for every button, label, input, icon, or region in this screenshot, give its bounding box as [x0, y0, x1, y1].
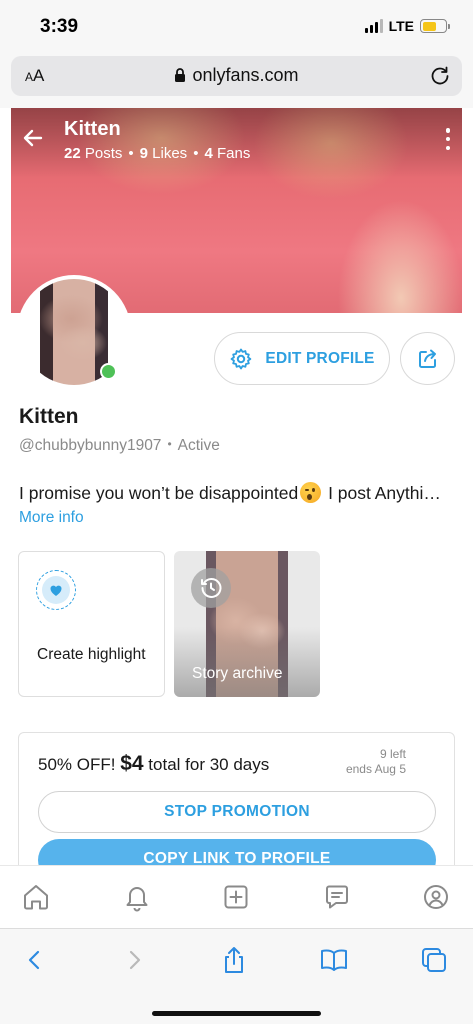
more-options-icon[interactable] — [445, 128, 451, 150]
posts-label: Posts — [84, 145, 123, 162]
nav-profile[interactable] — [419, 880, 453, 914]
tabs-icon — [422, 948, 446, 972]
promotion-remaining: 9 left — [379, 747, 406, 761]
create-highlight-label: Create highlight — [37, 646, 146, 663]
promotion-suffix: total for 30 days — [148, 755, 270, 774]
browser-back-button[interactable] — [20, 945, 50, 975]
wink-emoji-icon — [300, 482, 322, 503]
likes-label: Likes — [152, 145, 188, 162]
story-archive-label: Story archive — [192, 665, 283, 682]
reload-icon[interactable] — [429, 65, 451, 87]
online-status-indicator — [100, 363, 117, 380]
profile-bio: I promise you won’t be disappointed I po… — [19, 482, 459, 504]
cover-stats: 22 Posts • 9 Likes • 4 Fans — [64, 145, 251, 162]
bell-icon — [126, 887, 148, 912]
chevron-right-icon — [129, 950, 141, 970]
promotion-prefix: 50% OFF! — [38, 755, 116, 774]
browser-share-button[interactable] — [219, 945, 249, 975]
promotion-price: $4 — [120, 752, 144, 775]
nav-add-post[interactable] — [219, 880, 253, 914]
bio-text-end: I post Anythi… — [323, 483, 441, 503]
share-up-icon — [225, 947, 243, 973]
promotion-card: 50% OFF! $4 total for 30 days 9 left end… — [18, 732, 455, 872]
status-bar: 3:39 LTE — [0, 0, 473, 56]
history-clock-icon — [191, 568, 231, 608]
fans-label: Fans — [216, 145, 251, 162]
home-indicator[interactable] — [152, 1011, 321, 1016]
address-bar[interactable]: AA onlyfans.com — [11, 56, 462, 96]
story-archive-card[interactable]: Story archive — [174, 551, 320, 697]
profile-handle: @chubbybunny1907 — [19, 437, 162, 454]
edit-profile-button[interactable]: EDIT PROFILE — [214, 332, 390, 385]
status-time: 3:39 — [40, 16, 79, 37]
book-icon — [321, 949, 347, 971]
highlight-heart-icon — [36, 570, 76, 610]
signal-icon — [364, 19, 383, 33]
browser-toolbar: AA onlyfans.com — [0, 56, 473, 108]
bio-text-start: I promise you won’t be disappointed — [19, 483, 299, 503]
home-icon — [24, 885, 48, 910]
edit-profile-label: EDIT PROFILE — [265, 349, 375, 367]
tabs-button[interactable] — [419, 945, 449, 975]
likes-count: 9 — [139, 145, 148, 162]
promotion-title: 50% OFF! $4 total for 30 days — [38, 752, 269, 776]
promotion-end-date: ends Aug 5 — [345, 762, 406, 776]
message-icon — [326, 885, 348, 909]
url-text: onlyfans.com — [192, 65, 299, 85]
network-label: LTE — [388, 18, 414, 34]
browser-forward-button[interactable] — [119, 945, 149, 975]
gear-icon — [231, 348, 252, 369]
status-indicators: LTE — [364, 18, 450, 34]
browser-bottom-toolbar — [0, 928, 473, 1024]
back-arrow-icon[interactable] — [21, 126, 45, 150]
posts-count: 22 — [64, 145, 81, 162]
chevron-left-icon — [28, 950, 40, 970]
more-info-link[interactable]: More info — [19, 509, 84, 527]
add-post-icon — [224, 885, 248, 909]
profile-icon — [424, 885, 448, 909]
battery-icon — [420, 19, 450, 33]
bookmarks-button[interactable] — [319, 945, 349, 975]
lock-icon — [175, 68, 186, 82]
handle-row: @chubbybunny1907 • Active — [19, 437, 220, 454]
fans-count: 4 — [204, 145, 213, 162]
nav-home[interactable] — [19, 880, 53, 914]
profile-status: Active — [177, 437, 220, 454]
stop-promotion-button[interactable]: STOP PROMOTION — [38, 791, 436, 833]
share-icon — [418, 349, 436, 368]
nav-notifications[interactable] — [120, 880, 154, 914]
nav-messages[interactable] — [320, 880, 354, 914]
profile-name: Kitten — [19, 405, 79, 428]
app-bottom-nav — [0, 865, 473, 928]
share-button[interactable] — [400, 332, 455, 385]
create-highlight-card[interactable]: Create highlight — [18, 551, 165, 697]
cover-name: Kitten — [64, 118, 121, 140]
url-display[interactable]: onlyfans.com — [11, 65, 462, 86]
